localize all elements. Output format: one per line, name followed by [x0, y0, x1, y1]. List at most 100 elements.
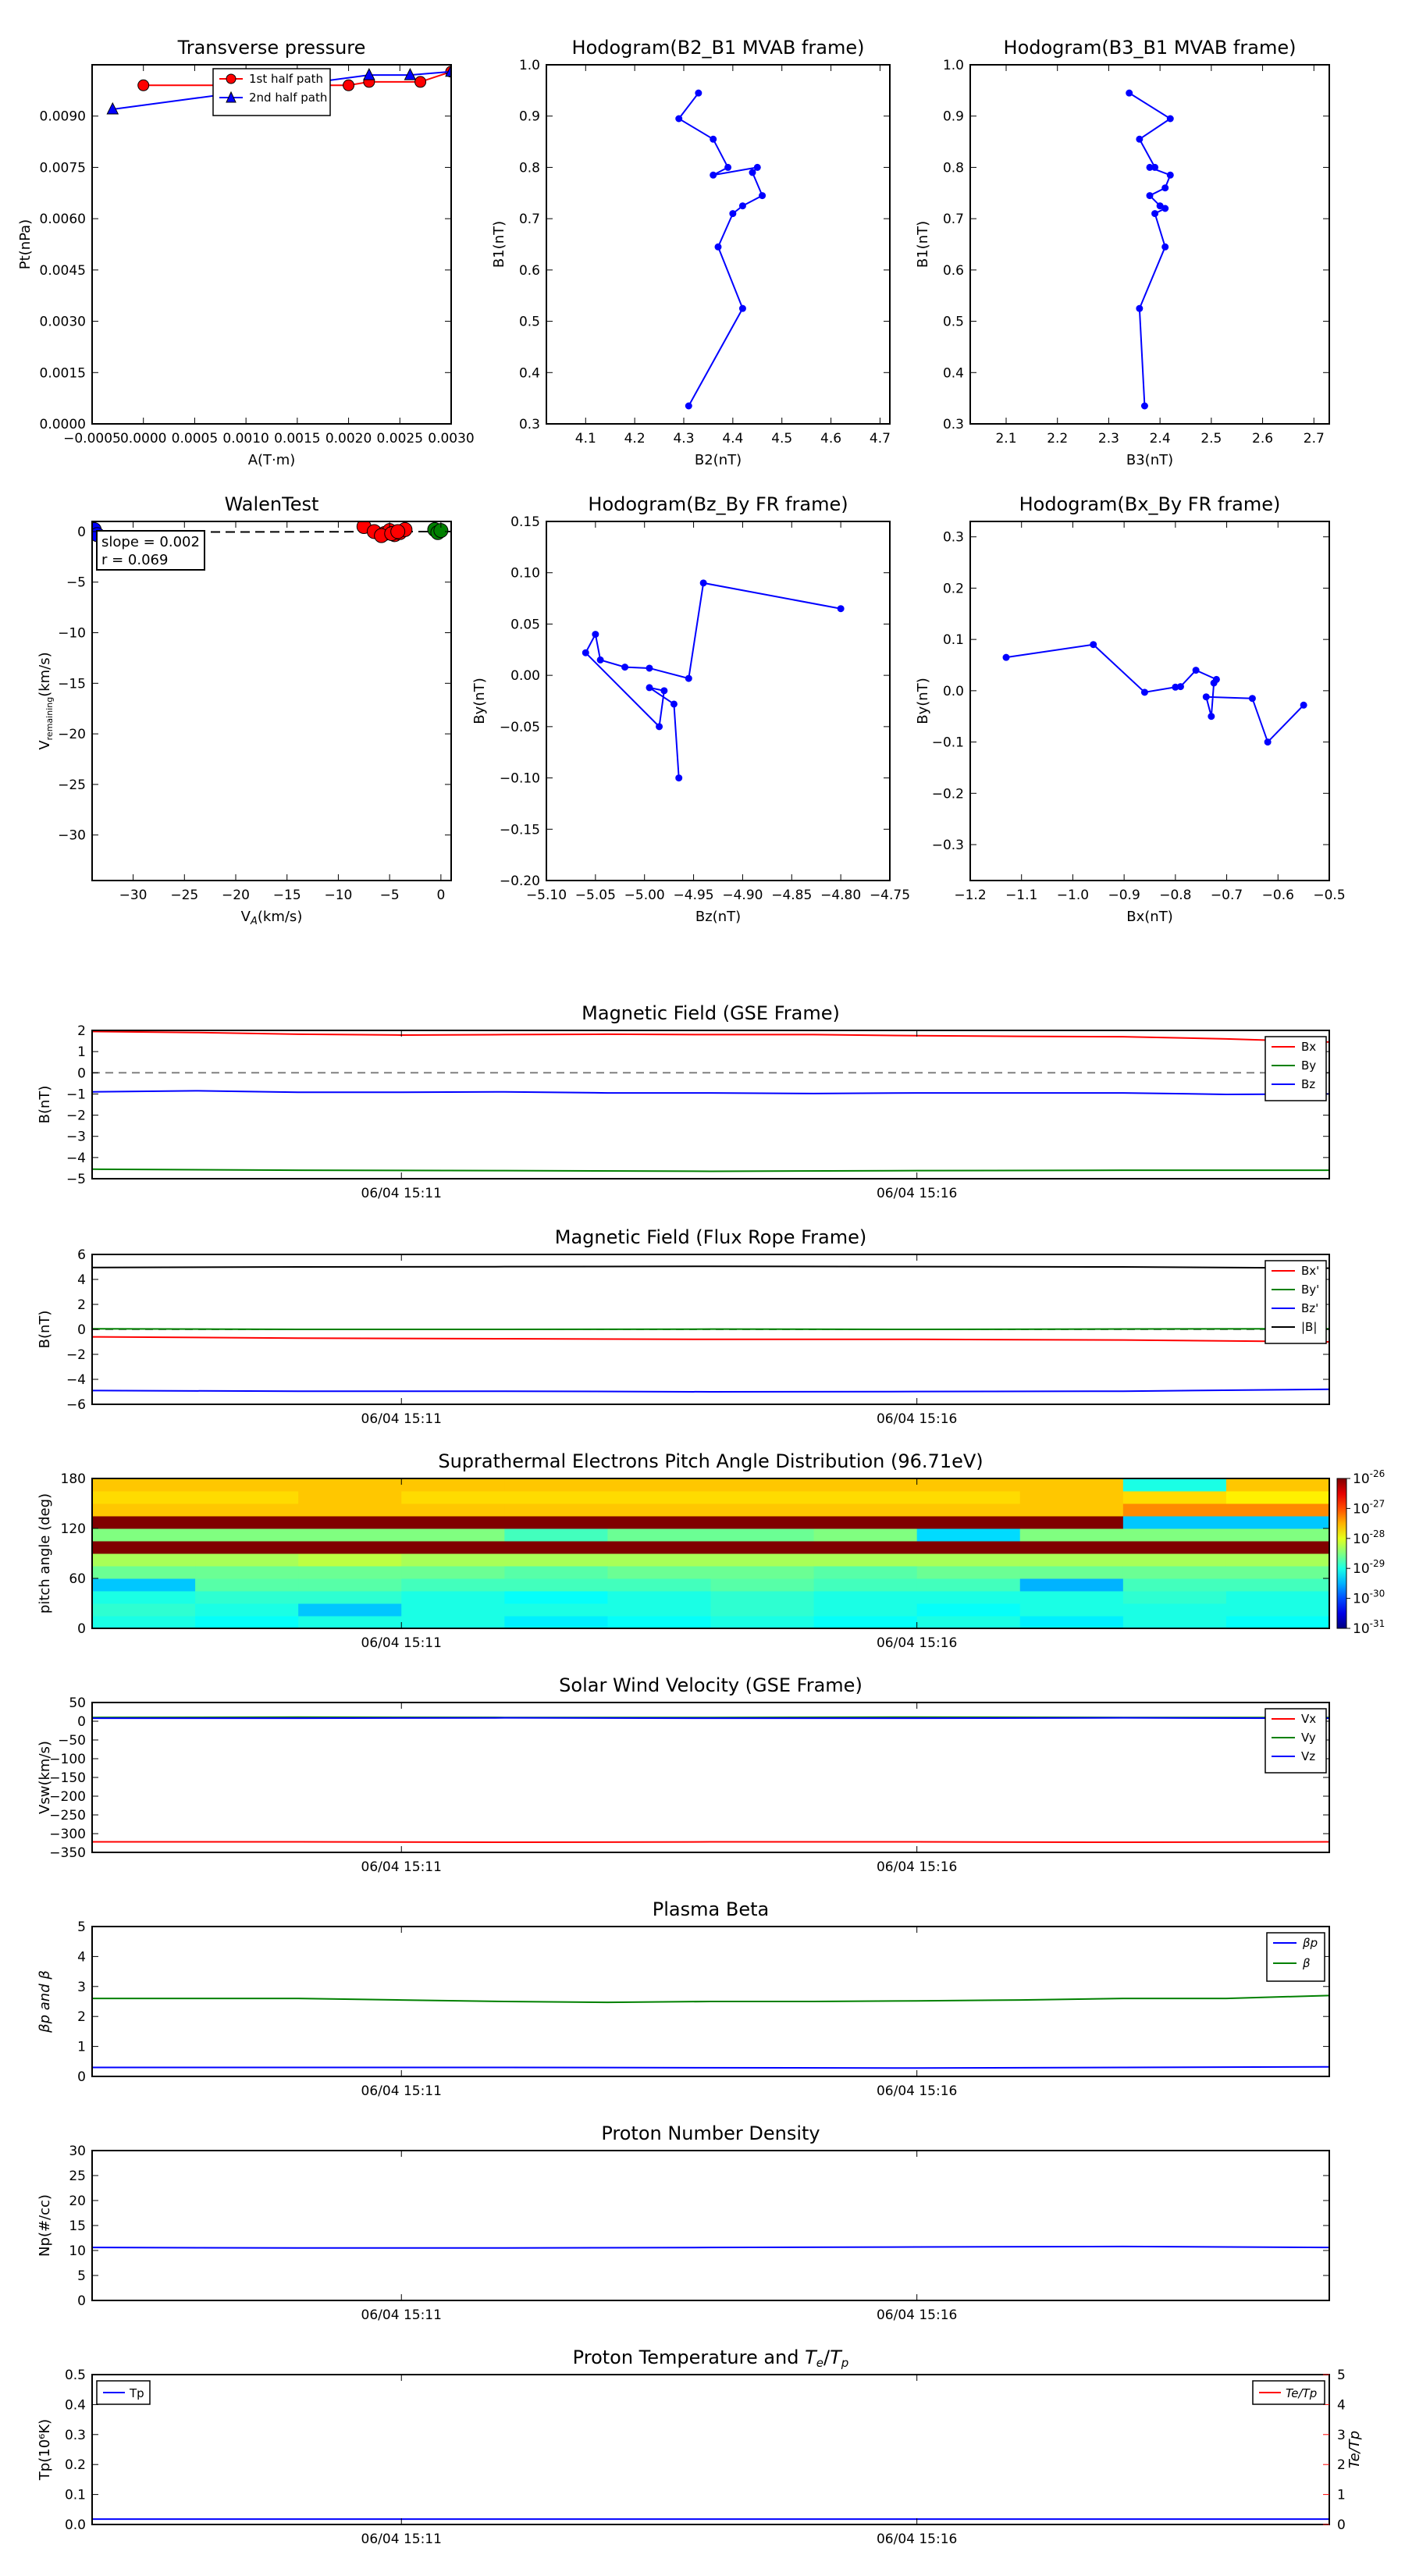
y-tick-label: 2: [77, 2009, 86, 2025]
y-axis-label: By(nT): [471, 678, 488, 724]
y-tick-label: 30: [69, 2144, 86, 2159]
data-point: [738, 202, 746, 210]
heatmap-cell: [916, 1553, 1021, 1567]
axes-frame: [969, 521, 1330, 881]
y-tick-label: 60: [69, 1571, 86, 1587]
x-tick-label: −5: [380, 888, 400, 903]
heatmap-cell: [607, 1591, 711, 1604]
chart-title: Hodogram(B2_B1 MVAB frame): [572, 37, 865, 59]
chart-5: Hodogram(Bx_By FR frame) −1.2 −1.1 −1.0 −0.9…: [915, 493, 1346, 925]
y-tick-label: 25: [69, 2169, 86, 2184]
x-tick-label: 0.0015: [274, 431, 320, 447]
y-tick-label: −250: [49, 1808, 86, 1823]
x-tick-label: 2.6: [1252, 431, 1273, 447]
axes-frame: [91, 64, 452, 425]
data-point: [1090, 641, 1097, 649]
data-point: [1176, 683, 1184, 691]
data-point: [685, 674, 692, 682]
heatmap-cell: [92, 1566, 196, 1579]
x-tick-label: −5.10: [526, 888, 567, 903]
chart-10: Plasma Beta 06/04 15:11 06/04 15:16 0 1 2 3 4 5 β…: [37, 1898, 1330, 2099]
y-axis-label: B1(nT): [915, 221, 931, 268]
y-tick-label: 0.7: [943, 212, 964, 227]
heatmap-cell: [916, 1566, 1021, 1579]
heatmap-cell: [92, 1503, 196, 1517]
chart-title: Magnetic Field (Flux Rope Frame): [555, 1226, 866, 1248]
heatmap-cell: [401, 1566, 505, 1579]
x-tick-label: 06/04 15:16: [877, 2083, 957, 2099]
y-tick-label: 0.0060: [40, 212, 86, 227]
heatmap-cell: [1019, 1603, 1124, 1617]
heatmap-cell: [710, 1516, 815, 1529]
y-tick-label: −3: [66, 1130, 86, 1145]
heatmap-cell: [401, 1591, 505, 1604]
data-point: [724, 163, 732, 171]
y-tick-label: −100: [49, 1752, 86, 1767]
y-tick-label: −20: [58, 727, 86, 742]
heatmap-cell: [298, 1616, 402, 1628]
legend-label: Te/Tp: [1286, 2386, 1317, 2400]
heatmap-cell: [916, 1528, 1021, 1542]
heatmap-cell: [1225, 1528, 1329, 1542]
y-tick-label: 6: [77, 1247, 86, 1263]
axes-frame: [91, 1702, 1330, 1853]
data-point: [1248, 695, 1256, 703]
heatmap-cell: [813, 1541, 918, 1554]
heatmap-cell: [916, 1603, 1021, 1617]
heatmap-cell: [1225, 1603, 1329, 1617]
y-tick-label: 0.05: [510, 617, 540, 632]
x-tick-label: 0.0020: [325, 431, 372, 447]
data-point: [729, 210, 737, 218]
heatmap-cell: [1019, 1528, 1124, 1542]
axes-frame: [969, 64, 1330, 425]
data-point: [390, 524, 406, 539]
y-tick-label: 0.4: [65, 2397, 86, 2413]
heatmap-cell: [1122, 1491, 1227, 1504]
heatmap-cell: [195, 1503, 299, 1517]
data-point: [675, 115, 683, 123]
y-tick-label: −150: [49, 1770, 86, 1786]
legend-label: By: [1301, 1059, 1316, 1073]
data-point: [660, 687, 668, 695]
y-tick-label: 1.0: [519, 58, 540, 73]
y-tick-label: 0.3: [943, 530, 964, 546]
heatmap-cell: [1225, 1491, 1329, 1504]
heatmap-cell: [298, 1541, 402, 1554]
heatmap-cell: [813, 1566, 918, 1579]
y-tick-label: 0.0015: [40, 365, 86, 381]
x-tick-label: 4.3: [673, 431, 694, 447]
data-point: [1140, 402, 1148, 410]
x-tick-label: −20: [222, 888, 250, 903]
x-tick-label: −5.00: [624, 888, 665, 903]
y-tick-label: 0.0090: [40, 109, 86, 125]
y-axis-label: B1(nT): [491, 221, 507, 268]
heatmap-cell: [504, 1578, 608, 1592]
data-point: [137, 79, 150, 91]
y-tick-label: −300: [49, 1827, 86, 1842]
heatmap-cell: [92, 1516, 196, 1529]
heatmap-cell: [92, 1528, 196, 1542]
y-tick-label: 10: [69, 2243, 86, 2259]
chart-12: Proton Temperature and Te/Tp 06/04 15:11 0…: [37, 2347, 1363, 2547]
data-point: [1208, 713, 1215, 720]
x-tick-label: −1.1: [1005, 888, 1037, 903]
data-point: [414, 76, 427, 88]
heatmap-cell: [607, 1516, 711, 1529]
data-point: [1166, 115, 1174, 123]
heatmap-cell: [195, 1616, 299, 1628]
x-tick-label: −0.6: [1262, 888, 1294, 903]
data-point: [759, 192, 767, 200]
series-line-β: [92, 1994, 1329, 2004]
chart-3: WalenTest −30 −25 −20 −15 −10 −5 0 −30 −25 −20 −15 −…: [37, 493, 452, 927]
heatmap-cell: [298, 1491, 402, 1504]
plot-area: [92, 1478, 1329, 1628]
heatmap-cell: [401, 1516, 505, 1529]
y-tick-label: 1: [77, 1044, 86, 1060]
chart-title: Suprathermal Electrons Pitch Angle Distr…: [438, 1450, 983, 1472]
x-tick-label: −25: [170, 888, 198, 903]
data-point: [1300, 701, 1307, 709]
y-tick-label: 0.8: [519, 160, 540, 176]
heatmap-cell: [813, 1553, 918, 1567]
chart-11: Proton Number Density 06/04 15:11 06/04 15…: [37, 2122, 1330, 2323]
x-tick-label: −0.7: [1211, 888, 1243, 903]
